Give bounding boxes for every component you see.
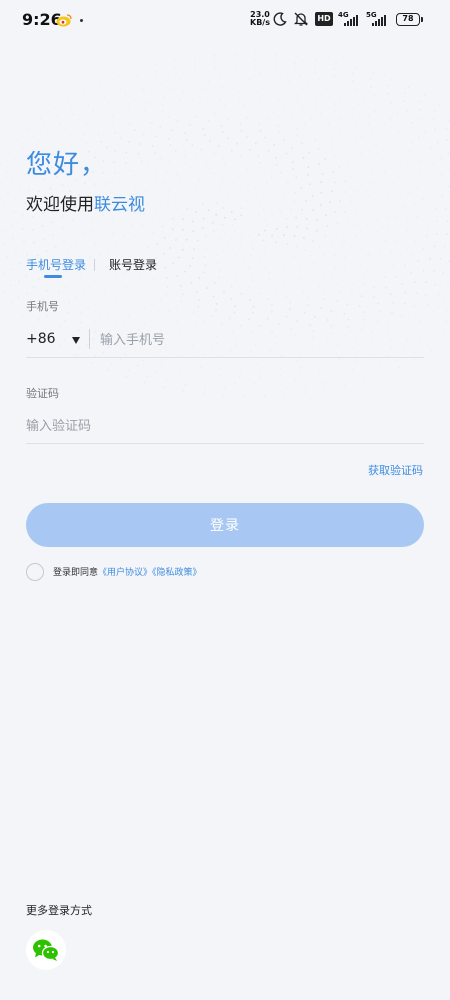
field-divider bbox=[89, 329, 90, 349]
wechat-login-button[interactable] bbox=[26, 930, 66, 970]
get-code-link[interactable]: 获取验证码 bbox=[368, 462, 423, 478]
tab-account-login[interactable]: 账号登录 bbox=[109, 256, 157, 273]
bell-off-icon bbox=[293, 12, 309, 26]
network-speed: 23.0 KB/s bbox=[248, 11, 272, 27]
notification-dot-icon bbox=[80, 19, 83, 22]
signal-5g: 5G bbox=[366, 11, 392, 27]
code-field-row bbox=[26, 412, 424, 444]
signal-4g: 4G bbox=[338, 11, 364, 27]
hd-voice-badge: HD bbox=[315, 12, 333, 26]
caret-down-icon[interactable] bbox=[72, 337, 80, 344]
agreement-checkbox[interactable] bbox=[26, 563, 44, 581]
phone-field-row: +86 bbox=[26, 326, 424, 358]
decorative-dot-swirl bbox=[0, 52, 450, 398]
signal-bars-icon bbox=[344, 14, 358, 26]
agreement-text: 登录即同意《用户协议》《隐私政策》 bbox=[53, 565, 202, 578]
wechat-icon bbox=[33, 939, 60, 961]
status-bar: 9:26 23.0 KB/s HD 4G 5G 78 bbox=[0, 0, 450, 40]
signal-bars-icon bbox=[372, 14, 386, 26]
code-label: 验证码 bbox=[26, 387, 59, 400]
user-agreement-link[interactable]: 《用户协议》 bbox=[98, 568, 152, 578]
tab-divider bbox=[94, 259, 95, 271]
welcome-text: 欢迎使用联云视 bbox=[26, 190, 145, 215]
agreement-prefix: 登录即同意 bbox=[53, 568, 99, 578]
phone-input[interactable] bbox=[100, 328, 420, 352]
greeting-title: 您好， bbox=[26, 150, 108, 180]
battery-icon: 78 bbox=[396, 13, 423, 26]
country-code-select[interactable]: +86 bbox=[26, 331, 56, 347]
welcome-prefix: 欢迎使用 bbox=[26, 195, 94, 215]
verification-code-input[interactable] bbox=[26, 414, 326, 438]
active-tab-indicator bbox=[44, 275, 62, 278]
weibo-icon bbox=[56, 14, 72, 27]
login-button[interactable]: 登录 bbox=[26, 503, 424, 547]
network-speed-unit: KB/s bbox=[250, 18, 270, 27]
login-screen: 9:26 23.0 KB/s HD 4G 5G 78 您好， 欢迎使用联云视 手… bbox=[0, 0, 450, 1000]
privacy-policy-link[interactable]: 《隐私政策》 bbox=[152, 568, 202, 578]
more-login-label: 更多登录方式 bbox=[26, 904, 92, 917]
moon-icon bbox=[273, 12, 287, 26]
app-name: 联云视 bbox=[94, 195, 145, 215]
tab-phone-login[interactable]: 手机号登录 bbox=[26, 256, 86, 273]
phone-label: 手机号 bbox=[26, 300, 59, 313]
